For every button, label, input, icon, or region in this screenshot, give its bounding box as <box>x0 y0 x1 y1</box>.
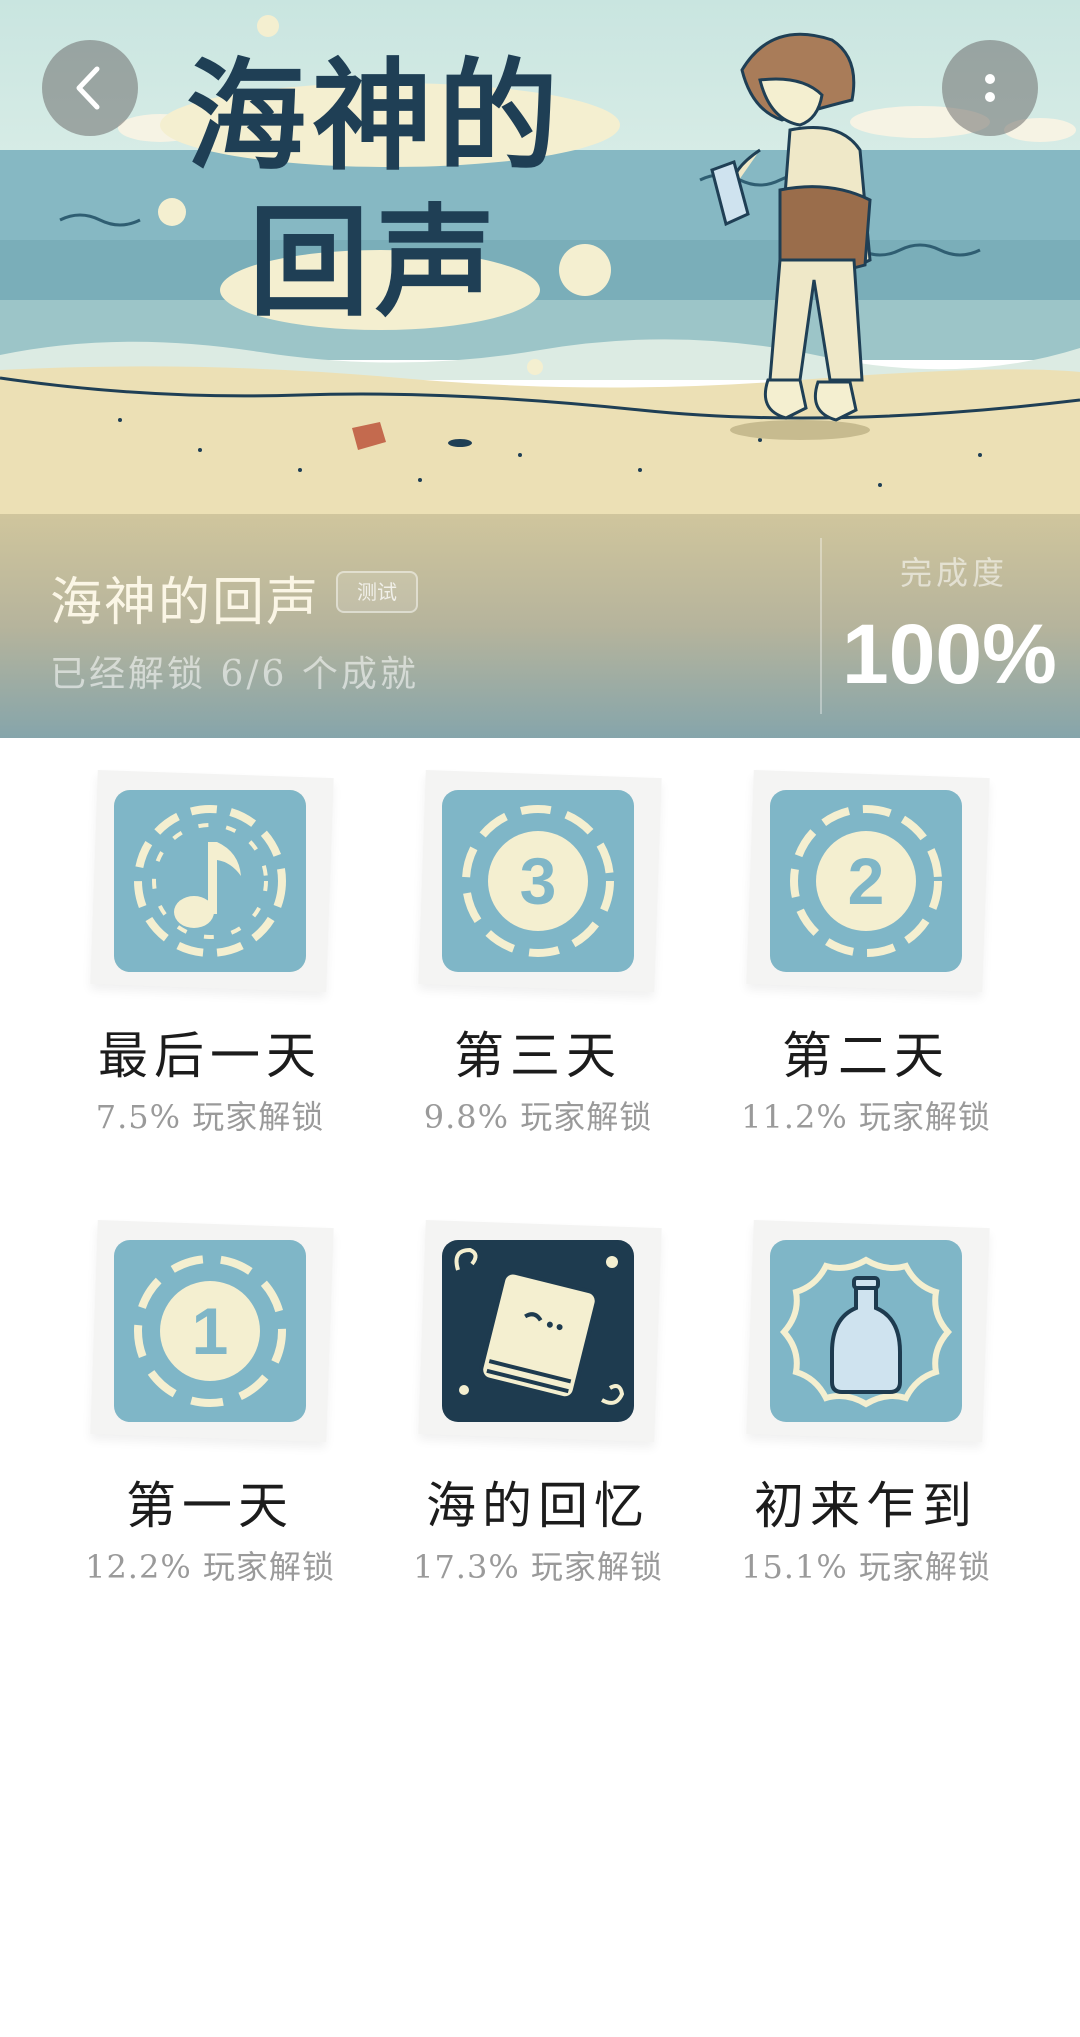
achievement-tile: 2 <box>770 790 962 972</box>
svg-text:3: 3 <box>520 844 557 918</box>
completion-label: 完成度 <box>900 554 1009 592</box>
completion-value: 100% <box>842 607 1057 701</box>
hero-title-line1: 海神的 <box>186 48 564 187</box>
test-badge: 测试 <box>336 571 418 613</box>
achievement-card[interactable]: 3 第三天 9.8% 玩家解锁 <box>378 769 678 1136</box>
svg-text:2: 2 <box>848 844 885 918</box>
achievement-card[interactable]: 海的回忆 17.3% 玩家解锁 <box>378 1219 678 1586</box>
back-button[interactable] <box>42 40 138 136</box>
achievement-name: 最后一天 <box>98 1027 322 1085</box>
game-name: 海神的回声 <box>50 573 321 633</box>
achievement-rate: 11.2% 玩家解锁 <box>741 1098 991 1136</box>
hero-title-line2: 回声 <box>249 194 501 333</box>
number-3-icon: 3 <box>442 790 634 972</box>
bottle-icon <box>770 1240 962 1422</box>
achievement-rate: 7.5% 玩家解锁 <box>95 1098 325 1136</box>
achievement-tile: 1 <box>114 1240 306 1422</box>
music-note-icon <box>114 790 306 972</box>
achievement-rate: 15.1% 玩家解锁 <box>741 1548 991 1586</box>
number-2-icon: 2 <box>770 790 962 972</box>
achievement-card[interactable]: 初来乍到 15.1% 玩家解锁 <box>706 1219 1006 1586</box>
chevron-left-icon <box>76 66 100 110</box>
achievement-rate: 12.2% 玩家解锁 <box>85 1548 335 1586</box>
hero-title-art: 海神的 回声 <box>150 48 600 334</box>
achievement-name: 初来乍到 <box>754 1477 978 1535</box>
achievement-tile <box>442 1240 634 1422</box>
achievement-tile: 3 <box>442 790 634 972</box>
svg-text:1: 1 <box>192 1294 229 1368</box>
achievement-rate: 17.3% 玩家解锁 <box>413 1548 663 1586</box>
unlock-summary: 已经解锁 6/6 个成就 <box>50 654 419 695</box>
achievement-name: 第一天 <box>126 1477 294 1535</box>
achievement-tile <box>114 790 306 972</box>
more-options-button[interactable] <box>942 40 1038 136</box>
achievement-card[interactable]: 最后一天 7.5% 玩家解锁 <box>50 769 350 1136</box>
achievement-card[interactable]: 1 第一天 12.2% 玩家解锁 <box>50 1219 350 1586</box>
divider <box>820 538 822 714</box>
number-1-icon: 1 <box>114 1240 306 1422</box>
hero-banner: 海神的 回声 海神的回声 测试 已经解锁 6/6 个成就 完成度 100% <box>0 0 1080 738</box>
achievement-rate: 9.8% 玩家解锁 <box>423 1098 653 1136</box>
achievement-tile <box>770 1240 962 1422</box>
achievement-name: 海的回忆 <box>426 1477 650 1535</box>
achievement-card[interactable]: 2 第二天 11.2% 玩家解锁 <box>706 769 1006 1136</box>
achievement-name: 第二天 <box>782 1027 950 1085</box>
achievement-name: 第三天 <box>454 1027 622 1085</box>
book-icon <box>442 1240 634 1422</box>
more-vertical-icon <box>985 74 995 102</box>
